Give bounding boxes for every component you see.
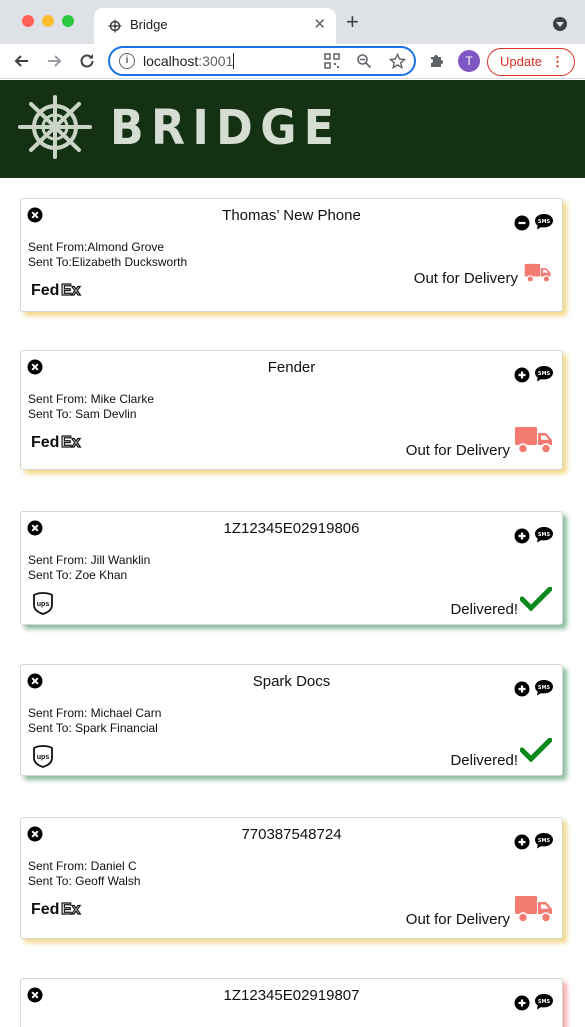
shipment-card[interactable]: 1Z12345E02919806 SMS Sent From: Jill Wankl… xyxy=(20,511,563,625)
page-scrollbar-gutter[interactable] xyxy=(573,178,585,1027)
svg-text:Ex: Ex xyxy=(61,282,81,299)
zoom-icon[interactable] xyxy=(355,52,373,70)
shipment-title: Thomas’ New Phone xyxy=(222,207,361,224)
delivered-check-icon xyxy=(519,586,553,616)
shipment-card[interactable]: 1Z12345E02919807 SMS xyxy=(20,978,563,1027)
close-window-button[interactable] xyxy=(22,15,34,27)
forward-button[interactable] xyxy=(42,49,66,73)
shipment-list: Thomas’ New Phone SMS Sent From:Almond Gro… xyxy=(0,178,573,1027)
svg-text:SMS: SMS xyxy=(538,685,551,691)
delivery-truck-icon xyxy=(524,262,552,289)
expand-plus-icon[interactable] xyxy=(514,528,530,544)
delivery-status: Delivered! xyxy=(450,752,518,769)
sms-notify-icon[interactable]: SMS xyxy=(534,679,554,697)
browser-tab[interactable]: Bridge ✕ xyxy=(94,8,336,44)
fedex-logo-icon: Fed Ex xyxy=(31,433,83,456)
svg-text:Ex: Ex xyxy=(61,901,81,918)
tab-close-icon[interactable]: ✕ xyxy=(313,15,326,33)
sms-notify-icon[interactable]: SMS xyxy=(534,213,554,231)
svg-text:ups: ups xyxy=(37,754,50,761)
delivery-status: Out for Delivery xyxy=(405,442,510,459)
arrow-right-icon xyxy=(48,55,62,67)
app-header: BRIDGE xyxy=(0,80,585,178)
sent-to-text: Sent To: Zoe Khan xyxy=(28,568,128,582)
reload-icon xyxy=(80,54,94,68)
tab-title: Bridge xyxy=(130,17,168,32)
expand-plus-icon[interactable] xyxy=(514,367,530,383)
more-menu-icon[interactable]: ⋮ xyxy=(551,49,564,75)
delivery-status: Delivered! xyxy=(450,601,518,618)
svg-text:SMS: SMS xyxy=(538,999,551,1005)
arrow-left-icon xyxy=(14,55,28,67)
expand-plus-icon[interactable] xyxy=(514,681,530,697)
sms-notify-icon[interactable]: SMS xyxy=(534,526,554,544)
sent-from-text: Sent From: Jill Wanklin xyxy=(28,553,151,567)
reload-button[interactable] xyxy=(75,49,99,73)
svg-text:Fed: Fed xyxy=(31,282,59,299)
shipment-title: Spark Docs xyxy=(252,673,331,690)
ups-logo-icon: ups xyxy=(33,745,53,773)
svg-text:SMS: SMS xyxy=(538,532,551,538)
shipment-title: Fender xyxy=(267,359,316,376)
delivery-status: Out for Delivery xyxy=(413,270,518,287)
fedex-logo-icon: Fed Ex xyxy=(31,900,83,923)
update-button[interactable]: Update ⋮ xyxy=(487,48,575,76)
shipment-title: 1Z12345E02919807 xyxy=(223,987,360,1004)
sms-notify-icon[interactable]: SMS xyxy=(534,365,554,383)
sent-to-text: Sent To: Sam Devlin xyxy=(28,407,137,421)
maximize-window-button[interactable] xyxy=(62,15,74,27)
svg-text:SMS: SMS xyxy=(538,838,551,844)
address-url[interactable]: localhost:3001 xyxy=(143,53,235,69)
sms-notify-icon[interactable]: SMS xyxy=(534,832,554,850)
new-tab-button[interactable]: + xyxy=(346,11,359,33)
expand-plus-icon[interactable] xyxy=(514,995,530,1011)
browser-tab-strip: Bridge ✕ + xyxy=(0,0,585,44)
tab-search-icon[interactable] xyxy=(553,17,567,31)
delivery-truck-icon xyxy=(514,893,554,930)
svg-text:Fed: Fed xyxy=(31,901,59,918)
fedex-logo-icon: Fed Ex xyxy=(31,281,83,304)
ship-wheel-logo-icon xyxy=(18,95,92,159)
app-logo-text: BRIDGE xyxy=(110,100,342,156)
sent-from-text: Sent From: Michael Carn xyxy=(28,706,162,720)
expand-plus-icon[interactable] xyxy=(514,834,530,850)
address-bar[interactable]: i localhost:3001 xyxy=(108,46,416,76)
profile-avatar[interactable]: T xyxy=(458,50,480,72)
shipment-card[interactable]: Spark Docs SMS Sent From: Michael Carn Sent… xyxy=(20,664,563,776)
sent-to-text: Sent To: Spark Financial xyxy=(28,721,158,735)
sent-from-text: Sent From: Mike Clarke xyxy=(28,392,155,406)
minimize-window-button[interactable] xyxy=(42,15,54,27)
collapse-minus-icon[interactable] xyxy=(514,215,530,231)
bookmark-star-icon[interactable] xyxy=(388,52,406,70)
browser-toolbar: i localhost:3001 T Update ⋮ xyxy=(0,44,585,79)
ship-wheel-favicon-icon xyxy=(108,19,122,33)
svg-text:SMS: SMS xyxy=(538,219,551,225)
svg-text:ups: ups xyxy=(37,601,50,608)
shipment-card[interactable]: 770387548724 SMS Sent From: Daniel C Sent T… xyxy=(20,817,563,939)
delivered-check-icon xyxy=(519,737,553,767)
svg-text:SMS: SMS xyxy=(538,371,551,377)
back-button[interactable] xyxy=(10,49,34,73)
shipment-title: 1Z12345E02919806 xyxy=(223,520,360,537)
sent-to-text: Sent To:Elizabeth Ducksworth xyxy=(28,255,188,269)
extensions-puzzle-icon[interactable] xyxy=(428,51,446,74)
update-label: Update xyxy=(500,54,542,69)
ups-logo-icon: ups xyxy=(33,592,53,620)
sms-notify-icon[interactable]: SMS xyxy=(534,993,554,1011)
sent-to-text: Sent To: Geoff Walsh xyxy=(28,874,141,888)
svg-text:Ex: Ex xyxy=(61,434,81,451)
svg-text:Fed: Fed xyxy=(31,434,59,451)
qr-code-icon[interactable] xyxy=(323,52,341,70)
site-info-icon[interactable]: i xyxy=(119,53,135,69)
shipment-card[interactable]: Fender SMS Sent From: Mike Clarke Sent To: … xyxy=(20,350,563,470)
delivery-truck-icon xyxy=(514,424,554,461)
sent-from-text: Sent From:Almond Grove xyxy=(28,240,165,254)
shipment-title: 770387548724 xyxy=(241,826,342,843)
delivery-status: Out for Delivery xyxy=(405,911,510,928)
sent-from-text: Sent From: Daniel C xyxy=(28,859,137,873)
shipment-card[interactable]: Thomas’ New Phone SMS Sent From:Almond Gro… xyxy=(20,198,563,312)
